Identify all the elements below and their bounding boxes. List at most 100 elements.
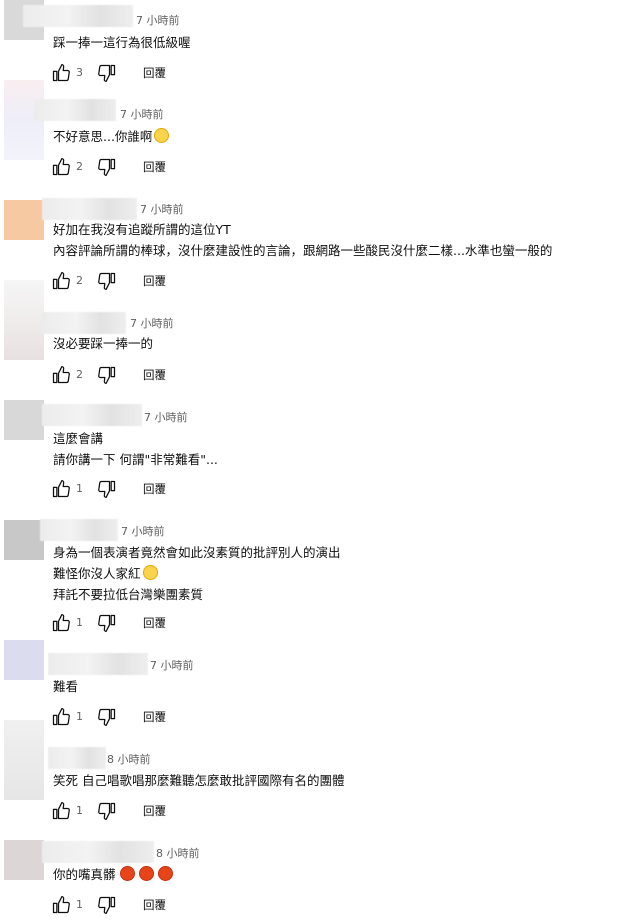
comment: 8 小時前 笑死 自己唱歌唱那麼難聽怎麼敢批評國際有名的團體 1 回覆	[0, 720, 622, 832]
like-button[interactable]	[51, 479, 71, 499]
thumb-down-icon	[98, 802, 116, 820]
author-name[interactable]	[42, 404, 142, 426]
thumb-up-icon	[52, 896, 70, 914]
author-name[interactable]	[42, 312, 126, 334]
thumb-down-icon	[98, 158, 116, 176]
thumb-down-icon	[98, 366, 116, 384]
like-count: 2	[76, 160, 83, 173]
face-with-tears-of-joy-icon	[142, 565, 158, 580]
author-name[interactable]	[40, 519, 118, 541]
dislike-button[interactable]	[97, 157, 117, 177]
comment-timestamp[interactable]: 7 小時前	[150, 657, 194, 673]
thumb-down-icon	[98, 896, 116, 914]
dislike-button[interactable]	[97, 613, 117, 633]
comment-actions: 2 回覆	[51, 271, 251, 291]
comment-line: 沒必要踩一捧一的	[53, 336, 154, 351]
reply-button[interactable]: 回覆	[143, 65, 166, 81]
comment-text: 你的嘴真髒	[53, 864, 173, 885]
avatar[interactable]	[4, 840, 44, 880]
comment-line: 難看	[53, 679, 79, 694]
comment-line: 內容評論所謂的棒球，沒什麼建設性的言論，跟網路一些酸民沒什麼二樣...水準也蠻一…	[53, 243, 553, 258]
comment-text: 笑死 自己唱歌唱那麼難聽怎麼敢批評國際有名的團體	[53, 770, 344, 791]
comment-timestamp[interactable]: 7 小時前	[140, 201, 184, 217]
thumb-up-icon	[52, 480, 70, 498]
like-count: 2	[76, 274, 83, 287]
author-name[interactable]	[23, 5, 133, 27]
comment-line: 難怪你沒人家紅	[53, 563, 341, 584]
reply-button[interactable]: 回覆	[143, 897, 166, 913]
comment-timestamp[interactable]: 7 小時前	[120, 106, 164, 122]
avatar[interactable]	[4, 520, 44, 560]
dislike-button[interactable]	[97, 707, 117, 727]
thumb-down-icon	[98, 480, 116, 498]
comments-page: 7 小時前 踩一捧一這行為很低級喔 3 回覆 7 小時前 不好意思...你誰啊 …	[0, 0, 622, 921]
like-button[interactable]	[51, 63, 71, 83]
dislike-button[interactable]	[97, 895, 117, 915]
like-button[interactable]	[51, 707, 71, 727]
avatar[interactable]	[4, 280, 44, 360]
like-count: 1	[76, 482, 83, 495]
like-count: 1	[76, 898, 83, 911]
like-button[interactable]	[51, 895, 71, 915]
thumb-up-icon	[52, 366, 70, 384]
like-button[interactable]	[51, 365, 71, 385]
author-name[interactable]	[42, 841, 154, 863]
thumb-up-icon	[52, 802, 70, 820]
comment: 7 小時前 身為一個表演者竟然會如此沒素質的批評別人的演出 難怪你沒人家紅 拜託…	[0, 510, 622, 644]
author-name[interactable]	[48, 653, 148, 675]
avatar[interactable]	[4, 640, 44, 680]
like-button[interactable]	[51, 801, 71, 821]
reply-button[interactable]: 回覆	[143, 709, 166, 725]
comment-timestamp[interactable]: 7 小時前	[121, 523, 165, 539]
comment-line: 拜託不要拉低台灣樂團素質	[53, 587, 204, 602]
comment-actions: 1 回覆	[51, 479, 251, 499]
reply-button[interactable]: 回覆	[143, 481, 166, 497]
comment-timestamp[interactable]: 7 小時前	[130, 315, 174, 331]
thumb-up-icon	[52, 708, 70, 726]
comment-line: 笑死 自己唱歌唱那麼難聽怎麼敢批評國際有名的團體	[53, 773, 345, 788]
dislike-button[interactable]	[97, 479, 117, 499]
avatar[interactable]	[4, 720, 44, 800]
comment-timestamp[interactable]: 7 小時前	[136, 12, 180, 28]
like-button[interactable]	[51, 613, 71, 633]
dislike-button[interactable]	[97, 271, 117, 291]
comment-timestamp[interactable]: 8 小時前	[107, 751, 151, 767]
avatar[interactable]	[4, 400, 44, 440]
dislike-button[interactable]	[97, 801, 117, 821]
author-name[interactable]	[42, 198, 137, 220]
avatar[interactable]	[4, 200, 44, 240]
comment-text: 不好意思...你誰啊	[53, 126, 170, 147]
comment-text: 難看	[53, 676, 78, 697]
like-button[interactable]	[51, 157, 71, 177]
comment-actions: 2 回覆	[51, 157, 251, 177]
dislike-button[interactable]	[97, 63, 117, 83]
face-with-rolling-eyes-icon	[154, 128, 170, 143]
thumb-down-icon	[98, 614, 116, 632]
comment-line: 踩一捧一這行為很低級喔	[53, 35, 191, 50]
thumb-up-icon	[52, 272, 70, 290]
comment-text: 身為一個表演者竟然會如此沒素質的批評別人的演出 難怪你沒人家紅 拜託不要拉低台灣…	[53, 542, 341, 605]
comment-text: 這麼會講 請你講一下 何謂"非常難看"...	[53, 428, 218, 470]
reply-button[interactable]: 回覆	[143, 615, 166, 631]
thumb-down-icon	[98, 272, 116, 290]
comment-timestamp[interactable]: 7 小時前	[144, 409, 188, 425]
comment-actions: 1 回覆	[51, 707, 251, 727]
reply-button[interactable]: 回覆	[143, 803, 166, 819]
reply-button[interactable]: 回覆	[143, 273, 166, 289]
comment-actions: 1 回覆	[51, 613, 251, 633]
comment-line: 不好意思...你誰啊	[53, 126, 170, 147]
comment-text: 沒必要踩一捧一的	[53, 333, 153, 354]
like-count: 2	[76, 368, 83, 381]
comment-timestamp[interactable]: 8 小時前	[156, 845, 200, 861]
comment-line: 請你講一下 何謂"非常難看"...	[53, 452, 218, 467]
like-button[interactable]	[51, 271, 71, 291]
dislike-button[interactable]	[97, 365, 117, 385]
author-name[interactable]	[48, 747, 106, 769]
reply-button[interactable]: 回覆	[143, 367, 166, 383]
pouting-face-icon	[119, 866, 135, 881]
comment-text: 踩一捧一這行為很低級喔	[53, 32, 191, 53]
author-name[interactable]	[34, 99, 116, 121]
like-count: 1	[76, 804, 83, 817]
like-count: 1	[76, 616, 83, 629]
reply-button[interactable]: 回覆	[143, 159, 166, 175]
